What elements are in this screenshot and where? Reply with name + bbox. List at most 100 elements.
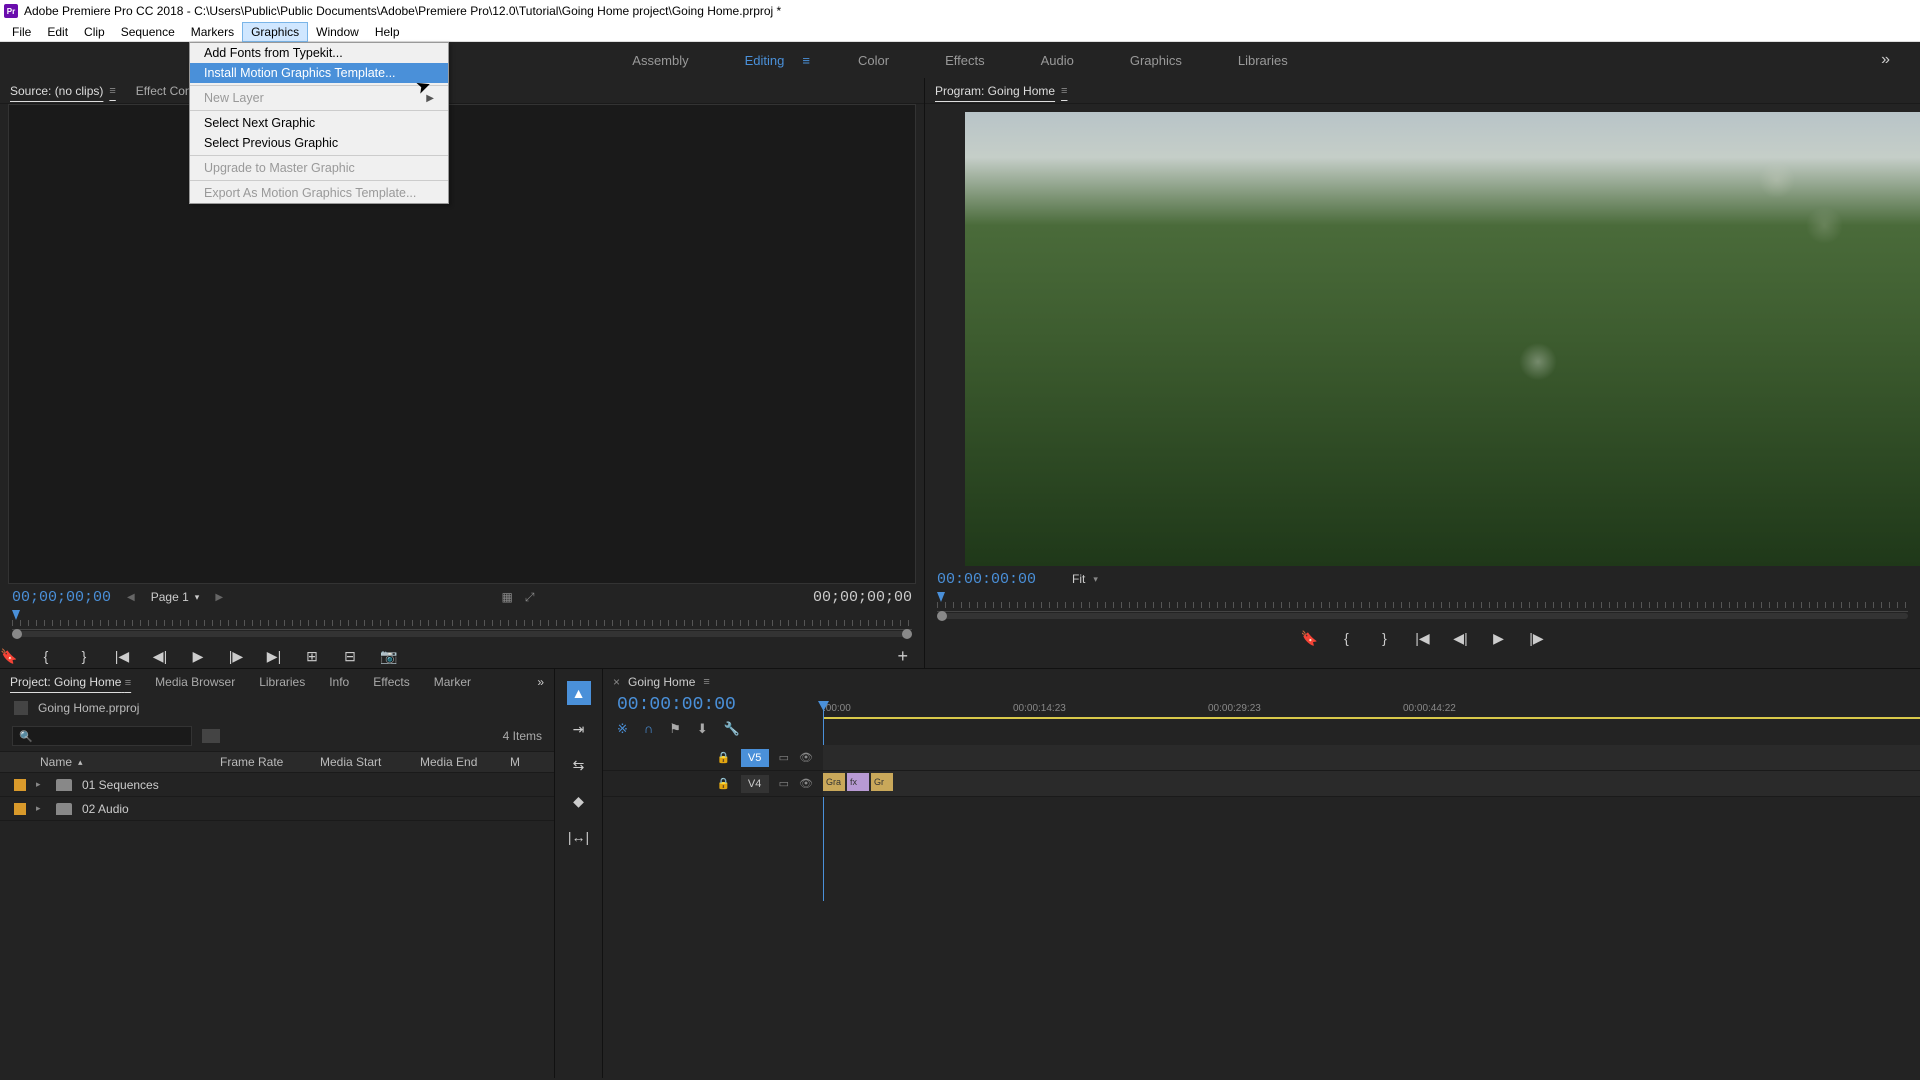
- program-scrubber[interactable]: [937, 592, 1908, 612]
- out-point-icon[interactable]: }: [1377, 630, 1393, 646]
- workspace-audio[interactable]: Audio: [1033, 49, 1082, 72]
- eye-icon[interactable]: 👁: [799, 751, 813, 764]
- page-prev-icon[interactable]: ◀: [127, 592, 135, 603]
- goto-in-icon[interactable]: |◀: [114, 648, 130, 665]
- panel-menu-icon[interactable]: ≡: [109, 85, 115, 97]
- col-framerate[interactable]: Frame Rate: [220, 755, 320, 769]
- snap-icon[interactable]: ※: [617, 721, 628, 737]
- search-input[interactable]: 🔍: [12, 726, 192, 746]
- ripple-tool-icon[interactable]: ⇆: [567, 753, 591, 777]
- project-row[interactable]: ▸ 02 Audio: [0, 797, 554, 821]
- sequence-tab[interactable]: Going Home: [628, 675, 695, 689]
- dropdown-select-next[interactable]: Select Next Graphic: [190, 113, 448, 133]
- clip[interactable]: Gr: [871, 773, 893, 791]
- in-point-icon[interactable]: {: [38, 648, 54, 664]
- playhead[interactable]: [823, 701, 824, 901]
- workspace-color[interactable]: Color: [850, 49, 897, 72]
- source-monitor[interactable]: [8, 104, 916, 584]
- linked-selection-icon[interactable]: ∩: [644, 721, 653, 737]
- add-button-icon[interactable]: +: [897, 646, 908, 667]
- sync-lock-icon[interactable]: ▭: [779, 777, 789, 790]
- selection-tool-icon[interactable]: ▲: [567, 681, 591, 705]
- close-icon[interactable]: ×: [613, 675, 620, 689]
- workspace-menu-icon[interactable]: ≡: [802, 53, 810, 68]
- expand-icon[interactable]: ⤢: [525, 590, 535, 605]
- marker-tab[interactable]: Marker: [434, 675, 471, 689]
- page-selector[interactable]: Page 1▾: [151, 590, 200, 604]
- track-header[interactable]: 🔒 V5 ▭ 👁: [603, 745, 823, 771]
- menu-markers[interactable]: Markers: [183, 23, 242, 41]
- effects-tab[interactable]: Effects: [373, 675, 409, 689]
- lock-icon[interactable]: 🔒: [717, 777, 731, 790]
- project-tab[interactable]: Project: Going Home ≡: [10, 675, 131, 689]
- col-name[interactable]: Name▴: [40, 755, 220, 769]
- menu-file[interactable]: File: [4, 23, 39, 41]
- out-point-icon[interactable]: }: [76, 648, 92, 664]
- overwrite-icon[interactable]: ⊟: [342, 648, 358, 665]
- track-v5[interactable]: V5: [741, 749, 769, 767]
- program-tab[interactable]: Program: Going Home≡: [935, 84, 1067, 98]
- workspace-editing[interactable]: Editing: [737, 49, 793, 72]
- menu-help[interactable]: Help: [367, 23, 408, 41]
- marker-icon[interactable]: 🔖: [0, 648, 16, 665]
- col-mediaend[interactable]: Media End: [420, 755, 510, 769]
- panel-menu-icon[interactable]: ≡: [703, 676, 709, 688]
- settings-icon[interactable]: ⬇: [697, 721, 708, 737]
- col-mediastart[interactable]: Media Start: [320, 755, 420, 769]
- source-timecode-left[interactable]: 00;00;00;00: [12, 589, 111, 606]
- track-select-tool-icon[interactable]: ⇥: [567, 717, 591, 741]
- media-browser-tab[interactable]: Media Browser: [155, 675, 235, 689]
- step-fwd-icon[interactable]: |▶: [228, 648, 244, 665]
- workspace-effects[interactable]: Effects: [937, 49, 993, 72]
- scrubber-handle[interactable]: [937, 611, 947, 621]
- play-icon[interactable]: ▶: [190, 648, 206, 665]
- settings-icon[interactable]: ▦: [502, 590, 513, 604]
- add-marker-icon[interactable]: ⚑: [669, 721, 681, 737]
- goto-in-icon[interactable]: |◀: [1415, 630, 1431, 647]
- source-tab[interactable]: Source: (no clips)≡: [10, 84, 116, 98]
- timeline-timecode[interactable]: 00:00:00:00: [617, 695, 823, 715]
- menu-graphics[interactable]: Graphics: [242, 22, 308, 42]
- scrubber-handle-end[interactable]: [902, 629, 912, 639]
- clip[interactable]: Gra: [823, 773, 845, 791]
- timeline-ruler[interactable]: :00:00 00:00:14:23 00:00:29:23 00:00:44:…: [823, 695, 1920, 745]
- effect-controls-tab[interactable]: Effect Cont: [136, 84, 195, 98]
- program-timecode-left[interactable]: 00:00:00:00: [937, 571, 1036, 588]
- clip[interactable]: fx: [847, 773, 869, 791]
- dropdown-add-fonts[interactable]: Add Fonts from Typekit...: [190, 43, 448, 63]
- slip-tool-icon[interactable]: |↔|: [567, 825, 591, 849]
- libraries-tab[interactable]: Libraries: [259, 675, 305, 689]
- step-fwd-icon[interactable]: |▶: [1529, 630, 1545, 647]
- menu-clip[interactable]: Clip: [76, 23, 113, 41]
- menu-sequence[interactable]: Sequence: [113, 23, 183, 41]
- panel-menu-icon[interactable]: ≡: [1061, 85, 1067, 97]
- menu-window[interactable]: Window: [308, 23, 367, 41]
- program-monitor[interactable]: [965, 112, 1920, 566]
- source-scrubber[interactable]: [12, 610, 912, 630]
- track-v4[interactable]: V4: [741, 775, 769, 793]
- col-more[interactable]: M: [510, 755, 520, 769]
- expand-icon[interactable]: ▸: [36, 779, 46, 790]
- workspace-graphics[interactable]: Graphics: [1122, 49, 1190, 72]
- scrubber-handle[interactable]: [12, 629, 22, 639]
- track-row[interactable]: Gra fx Gr: [823, 771, 1920, 797]
- in-point-icon[interactable]: {: [1339, 630, 1355, 646]
- info-tab[interactable]: Info: [329, 675, 349, 689]
- menu-edit[interactable]: Edit: [39, 23, 76, 41]
- sync-lock-icon[interactable]: ▭: [779, 751, 789, 764]
- tabs-overflow-icon[interactable]: »: [537, 675, 544, 689]
- play-icon[interactable]: ▶: [1491, 630, 1507, 647]
- razor-tool-icon[interactable]: ◆: [567, 789, 591, 813]
- workspace-overflow-icon[interactable]: »: [1881, 51, 1890, 69]
- step-back-icon[interactable]: ◀|: [1453, 630, 1469, 647]
- track-header[interactable]: 🔒 V4 ▭ 👁: [603, 771, 823, 797]
- goto-out-icon[interactable]: ▶|: [266, 648, 282, 665]
- expand-icon[interactable]: ▸: [36, 803, 46, 814]
- dropdown-install-template[interactable]: Install Motion Graphics Template...: [190, 63, 448, 83]
- track-row[interactable]: [823, 745, 1920, 771]
- insert-icon[interactable]: ⊞: [304, 648, 320, 665]
- page-next-icon[interactable]: ▶: [215, 592, 223, 603]
- step-back-icon[interactable]: ◀|: [152, 648, 168, 665]
- new-bin-icon[interactable]: [202, 729, 220, 743]
- workspace-libraries[interactable]: Libraries: [1230, 49, 1296, 72]
